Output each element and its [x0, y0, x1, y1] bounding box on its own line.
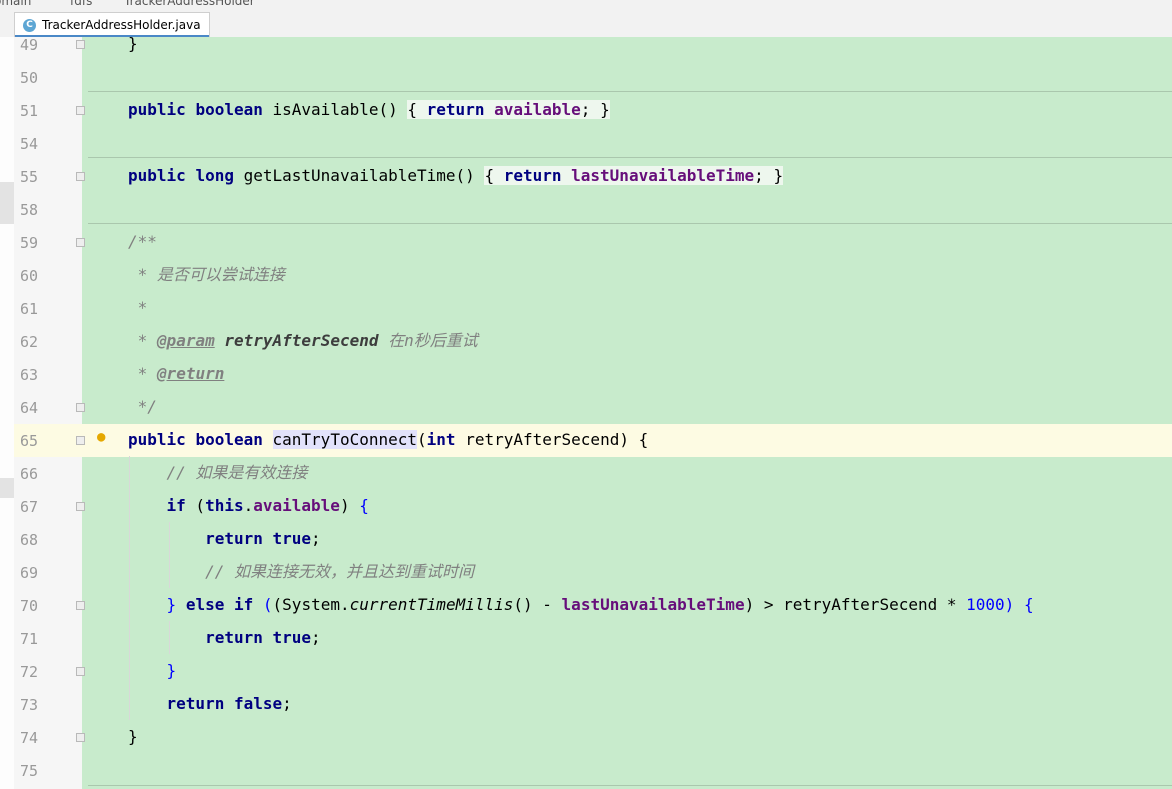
code-line[interactable]: 66 // 如果是有效连接 [14, 457, 1172, 490]
code-line[interactable]: 49 } [14, 28, 1172, 61]
fold-icon[interactable] [76, 403, 85, 412]
code-line[interactable]: 68 return true; [14, 523, 1172, 556]
scroll-marker [0, 182, 14, 224]
line-number: 58 [20, 201, 39, 219]
line-number: 67 [20, 498, 39, 516]
code-line[interactable]: 61 * [14, 292, 1172, 325]
line-number: 70 [20, 597, 39, 615]
breadcrumb-item[interactable]: omain [0, 0, 31, 8]
line-number: 65 [20, 432, 39, 450]
indent-guide [169, 621, 170, 654]
fold-icon[interactable] [76, 238, 85, 247]
code-line[interactable]: 67 if (this.available) { [14, 490, 1172, 523]
line-number: 64 [20, 399, 39, 417]
code-line[interactable]: 60 * 是否可以尝试连接 [14, 259, 1172, 292]
code-line[interactable]: 72 } [14, 655, 1172, 688]
line-number: 55 [20, 168, 39, 186]
fold-icon[interactable] [76, 106, 85, 115]
fold-icon[interactable] [76, 436, 85, 445]
code-line[interactable]: 58 [14, 193, 1172, 226]
line-number: 49 [20, 36, 39, 54]
code-line[interactable]: 63 * @return [14, 358, 1172, 391]
code-line[interactable]: 51 public boolean isAvailable() { return… [14, 94, 1172, 127]
line-number: 71 [20, 630, 39, 648]
fold-icon[interactable] [76, 667, 85, 676]
line-number: 62 [20, 333, 39, 351]
code-line[interactable]: 64 */ [14, 391, 1172, 424]
code-line[interactable]: 59 /** [14, 226, 1172, 259]
code-line[interactable]: 55 public long getLastUnavailableTime() … [14, 160, 1172, 193]
code-line[interactable]: 54 [14, 127, 1172, 160]
code-line[interactable]: 69 // 如果连接无效，并且达到重试时间 [14, 556, 1172, 589]
line-number: 51 [20, 102, 39, 120]
line-number: 75 [20, 762, 39, 780]
line-number: 50 [20, 69, 39, 87]
line-number: 59 [20, 234, 39, 252]
line-number: 61 [20, 300, 39, 318]
line-number: 66 [20, 465, 39, 483]
fold-icon[interactable] [76, 40, 85, 49]
line-number: 68 [20, 531, 39, 549]
indent-guide [129, 456, 130, 720]
line-number: 54 [20, 135, 39, 153]
line-number: 63 [20, 366, 39, 384]
line-number: 74 [20, 729, 39, 747]
breadcrumb-item[interactable]: TrackerAddressHolder [124, 0, 255, 8]
indent-guide [169, 522, 170, 588]
lightbulb-icon[interactable]: ● [97, 429, 105, 445]
code-line[interactable]: 73 return false; [14, 688, 1172, 721]
left-gutter-strip [0, 37, 14, 789]
code-line[interactable]: 71 return true; [14, 622, 1172, 655]
code-line[interactable]: 74 } [14, 721, 1172, 754]
fold-icon[interactable] [76, 172, 85, 181]
fold-icon[interactable] [76, 733, 85, 742]
current-code-line[interactable]: 65 ● public boolean canTryToConnect(int … [14, 424, 1172, 457]
fold-icon[interactable] [76, 502, 85, 511]
line-number: 72 [20, 663, 39, 681]
line-number: 60 [20, 267, 39, 285]
line-number: 69 [20, 564, 39, 582]
code-line[interactable]: 70 } else if ((System.currentTimeMillis(… [14, 589, 1172, 622]
code-line[interactable]: 62 * @param retryAfterSecend 在n秒后重试 [14, 325, 1172, 358]
scroll-marker [0, 478, 14, 498]
breadcrumb: omain fdfs TrackerAddressHolder [0, 0, 1172, 10]
code-line[interactable]: 50 [14, 61, 1172, 94]
code-line[interactable]: 75 [14, 754, 1172, 787]
breadcrumb-item[interactable]: fdfs [70, 0, 92, 8]
fold-icon[interactable] [76, 601, 85, 610]
line-number: 73 [20, 696, 39, 714]
